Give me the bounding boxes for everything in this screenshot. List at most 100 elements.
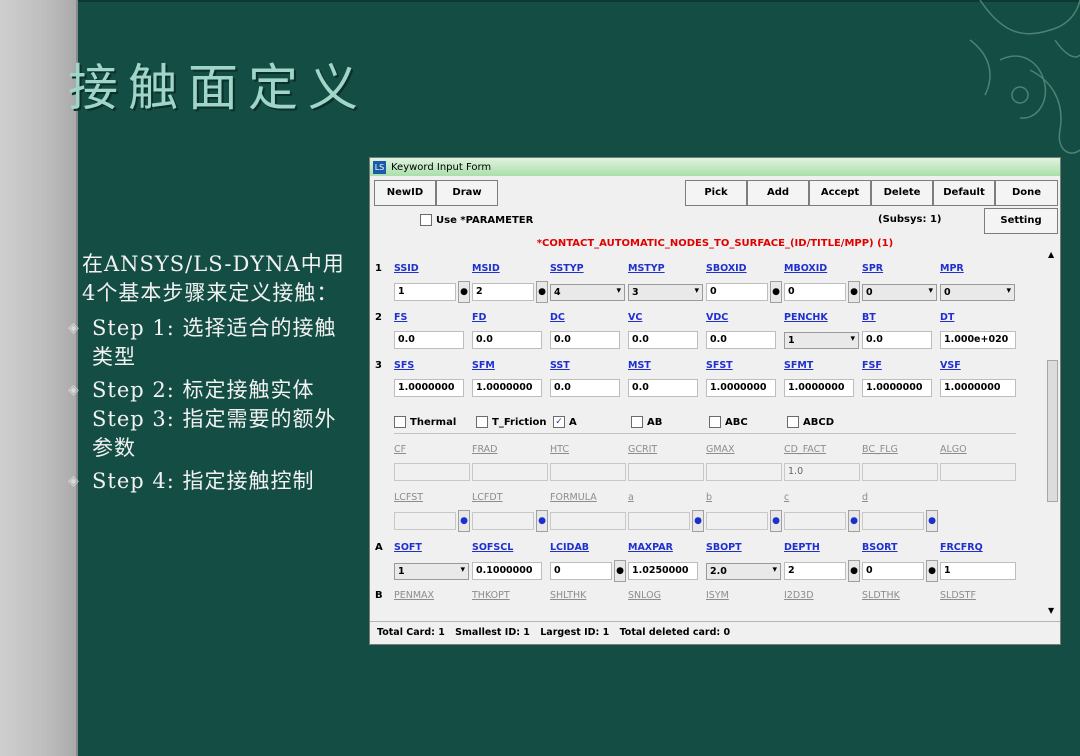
depth-field[interactable]: 2 (784, 562, 846, 580)
ssid-field[interactable]: 1 (394, 283, 456, 301)
fd-field[interactable]: 0.0 (472, 331, 542, 349)
use-parameter-option[interactable]: Use *PARAMETER (420, 214, 533, 226)
field-label-sfm[interactable]: SFM (472, 360, 544, 371)
field-label-fd[interactable]: FD (472, 312, 544, 323)
sfmt-field[interactable]: 1.0000000 (784, 379, 854, 397)
checkbox[interactable] (631, 416, 643, 428)
field-label-spr[interactable]: SPR (862, 263, 934, 274)
vdc-field[interactable]: 0.0 (706, 331, 776, 349)
penchk-select[interactable]: 1 (784, 332, 859, 349)
field-label-depth[interactable]: DEPTH (784, 542, 856, 553)
pick-dot-icon[interactable]: ● (770, 281, 782, 303)
lcidab-field[interactable]: 0 (550, 562, 612, 580)
option-ab[interactable]: AB (631, 416, 662, 428)
field-label-sfs[interactable]: SFS (394, 360, 466, 371)
newid-button[interactable]: NewID (374, 180, 436, 206)
sboxid-field[interactable]: 0 (706, 283, 768, 301)
field-label-sofscl[interactable]: SOFSCL (472, 542, 544, 553)
checkbox-checked-icon[interactable]: ✓ (553, 416, 565, 428)
checkbox[interactable] (709, 416, 721, 428)
bt-field[interactable]: 0.0 (862, 331, 932, 349)
mpr-select[interactable]: 0 (940, 284, 1015, 301)
field-label-sfst[interactable]: SFST (706, 360, 778, 371)
field-label-mpr[interactable]: MPR (940, 263, 1012, 274)
vsf-field[interactable]: 1.0000000 (940, 379, 1016, 397)
draw-button[interactable]: Draw (436, 180, 498, 206)
pick-button[interactable]: Pick (685, 180, 747, 206)
delete-button[interactable]: Delete (871, 180, 933, 206)
vertical-scrollbar[interactable]: ▲ ▼ (1045, 250, 1059, 615)
mst-field[interactable]: 0.0 (628, 379, 698, 397)
msid-field[interactable]: 2 (472, 283, 534, 301)
option-abcd[interactable]: ABCD (787, 416, 834, 428)
total-deleted-count: Total deleted card: 0 (619, 627, 731, 638)
field-label-ssid[interactable]: SSID (394, 263, 466, 274)
field-label-sst[interactable]: SST (550, 360, 622, 371)
field-label-msid[interactable]: MSID (472, 263, 544, 274)
setting-button[interactable]: Setting (984, 208, 1058, 234)
sofscl-field[interactable]: 0.1000000 (472, 562, 542, 580)
field-label-maxpar[interactable]: MAXPAR (628, 542, 700, 553)
scrollbar-thumb[interactable] (1047, 360, 1058, 502)
dt-field[interactable]: 1.000e+020 (940, 331, 1016, 349)
field-label-sfmt[interactable]: SFMT (784, 360, 856, 371)
frcfrq-field[interactable]: 1 (940, 562, 1016, 580)
card-number: 1 (375, 263, 382, 274)
field-label-sstyp[interactable]: SSTYP (550, 263, 622, 274)
sbopt-select[interactable]: 2.0 (706, 563, 781, 580)
field-label-sbopt[interactable]: SBOPT (706, 542, 778, 553)
accept-button[interactable]: Accept (809, 180, 871, 206)
field-label-bt[interactable]: BT (862, 312, 934, 323)
add-button[interactable]: Add (747, 180, 809, 206)
vc-field[interactable]: 0.0 (628, 331, 698, 349)
pick-dot-icon[interactable]: ● (614, 560, 626, 582)
sfs-field[interactable]: 1.0000000 (394, 379, 464, 397)
done-button[interactable]: Done (995, 180, 1058, 206)
pick-dot-icon[interactable]: ● (848, 560, 860, 582)
fs-field[interactable]: 0.0 (394, 331, 464, 349)
sfst-field[interactable]: 1.0000000 (706, 379, 776, 397)
field-label-dc[interactable]: DC (550, 312, 622, 323)
default-button[interactable]: Default (933, 180, 995, 206)
checkbox[interactable] (787, 416, 799, 428)
field-label-mstyp[interactable]: MSTYP (628, 263, 700, 274)
field-label-mst[interactable]: MST (628, 360, 700, 371)
checkbox[interactable] (476, 416, 488, 428)
mboxid-field[interactable]: 0 (784, 283, 846, 301)
sst-field[interactable]: 0.0 (550, 379, 620, 397)
field-label-lcidab[interactable]: LCIDAB (550, 542, 622, 553)
pick-dot-icon[interactable]: ● (536, 281, 548, 303)
sfm-field[interactable]: 1.0000000 (472, 379, 542, 397)
sstyp-select[interactable]: 4 (550, 284, 625, 301)
soft-select[interactable]: 1 (394, 563, 469, 580)
field-label-vdc[interactable]: VDC (706, 312, 778, 323)
option-abc[interactable]: ABC (709, 416, 748, 428)
dc-field[interactable]: 0.0 (550, 331, 620, 349)
option-t-friction[interactable]: T_Friction (476, 416, 547, 428)
mstyp-select[interactable]: 3 (628, 284, 703, 301)
field-label-sboxid[interactable]: SBOXID (706, 263, 778, 274)
option-thermal[interactable]: Thermal (394, 416, 456, 428)
pick-dot-icon[interactable]: ● (848, 281, 860, 303)
bsort-field[interactable]: 0 (862, 562, 924, 580)
field-label-vsf[interactable]: VSF (940, 360, 1012, 371)
field-label-fsf[interactable]: FSF (862, 360, 934, 371)
checkbox[interactable] (420, 214, 432, 226)
spr-select[interactable]: 0 (862, 284, 937, 301)
pick-dot-icon[interactable]: ● (926, 560, 938, 582)
field-label-frcfrq[interactable]: FRCFRQ (940, 542, 1012, 553)
scroll-up-arrow-icon[interactable]: ▲ (1048, 250, 1054, 259)
field-label-soft[interactable]: SOFT (394, 542, 466, 553)
maxpar-field[interactable]: 1.0250000 (628, 562, 698, 580)
field-label-fs[interactable]: FS (394, 312, 466, 323)
field-label-vc[interactable]: VC (628, 312, 700, 323)
field-label-penchk[interactable]: PENCHK (784, 312, 856, 323)
field-label-bsort[interactable]: BSORT (862, 542, 934, 553)
pick-dot-icon[interactable]: ● (458, 281, 470, 303)
checkbox[interactable] (394, 416, 406, 428)
field-label-dt[interactable]: DT (940, 312, 1012, 323)
option-a[interactable]: ✓ A (553, 416, 577, 428)
scroll-down-arrow-icon[interactable]: ▼ (1048, 606, 1054, 615)
fsf-field[interactable]: 1.0000000 (862, 379, 932, 397)
field-label-mboxid[interactable]: MBOXID (784, 263, 856, 274)
